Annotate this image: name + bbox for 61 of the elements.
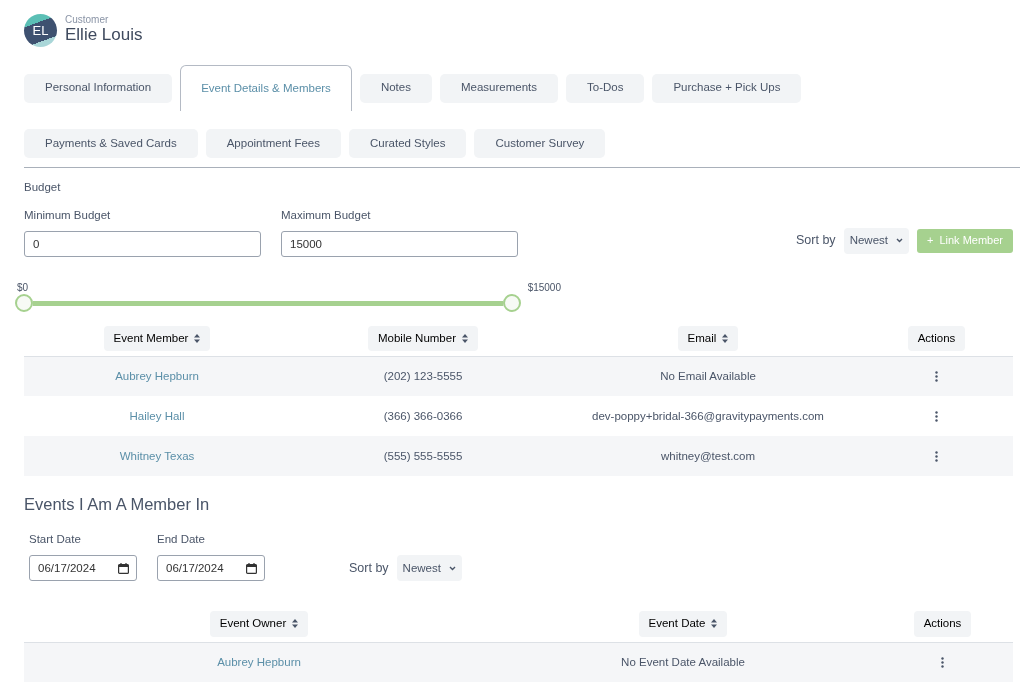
- sort-label: Sort by: [349, 559, 389, 577]
- calendar-icon[interactable]: [118, 562, 129, 574]
- sort-icon: [711, 619, 718, 629]
- customer-name: Ellie Louis: [65, 25, 143, 46]
- slider-thumb[interactable]: [15, 293, 33, 312]
- event-date-text: No Event Date Available: [621, 655, 745, 668]
- slider-max-label: $15000: [527, 280, 561, 295]
- column-header[interactable]: Actions: [913, 611, 972, 637]
- kebab-icon: [941, 657, 944, 669]
- tab[interactable]: Personal Information: [24, 73, 173, 103]
- date-field[interactable]: 06/17/2024: [29, 555, 137, 582]
- tab[interactable]: Payments & Saved Cards: [24, 129, 198, 158]
- sort-label: Sort by: [796, 232, 836, 250]
- chevron-icon: [896, 238, 903, 243]
- email-text: No Email Available: [660, 369, 756, 382]
- tab[interactable]: To-Dos: [566, 73, 645, 103]
- avatar: EL: [24, 14, 57, 47]
- tab[interactable]: Appointment Fees: [205, 129, 341, 158]
- column-header[interactable]: Event Owner: [209, 611, 309, 637]
- field-label: Start Date: [29, 532, 82, 547]
- column-header[interactable]: Event Member: [103, 325, 211, 351]
- customer-caption: Customer: [65, 15, 110, 26]
- input-field[interactable]: 15000: [281, 230, 518, 257]
- kebab-icon: [935, 371, 938, 383]
- kebab-icon: [935, 411, 938, 423]
- sort-dropdown[interactable]: Newest: [396, 555, 462, 582]
- calendar-icon[interactable]: [246, 562, 257, 574]
- slider-min-label: $0: [17, 280, 29, 295]
- column-header[interactable]: Mobile Number: [368, 325, 478, 351]
- tab[interactable]: Notes: [359, 73, 432, 103]
- tab[interactable]: Purchase + Pick Ups: [652, 73, 802, 103]
- mobile-number: (202) 123-5555: [383, 369, 463, 382]
- mobile-number: (366) 366-0366: [383, 409, 463, 422]
- field-label: End Date: [157, 532, 206, 547]
- section-label: Budget: [24, 180, 62, 195]
- sort-dropdown[interactable]: Newest: [843, 227, 909, 254]
- column-header[interactable]: Email: [677, 325, 739, 351]
- column-header[interactable]: Event Date: [638, 611, 728, 637]
- member-name-link[interactable]: Hailey Hall: [129, 409, 185, 422]
- tab[interactable]: Curated Styles: [349, 129, 467, 158]
- tab[interactable]: Customer Survey: [474, 129, 606, 158]
- email-text: whitney@test.com: [660, 449, 756, 462]
- sort-icon: [722, 333, 729, 343]
- sort-icon: [292, 619, 299, 629]
- date-field[interactable]: 06/17/2024: [157, 555, 265, 582]
- section-title: Events I Am A Member In: [24, 494, 211, 516]
- sort-icon: [194, 333, 201, 343]
- column-header[interactable]: Actions: [907, 325, 966, 351]
- mobile-number: (555) 555-5555: [383, 449, 463, 462]
- date-input[interactable]: 06/17/2024: [166, 559, 246, 577]
- tab[interactable]: Measurements: [439, 73, 558, 103]
- email-text: dev-poppy+bridal-366@gravitypayments.com: [592, 409, 824, 422]
- kebab-icon: [935, 451, 938, 463]
- sort-icon: [462, 333, 468, 343]
- input-field[interactable]: 0: [24, 230, 261, 257]
- chevron-icon: [448, 565, 456, 571]
- tab[interactable]: Event Details & Members: [180, 65, 352, 111]
- date-input[interactable]: 06/17/2024: [38, 559, 118, 577]
- field-label: Minimum Budget: [24, 208, 112, 224]
- field-label: Maximum Budget: [281, 208, 372, 224]
- slider-thumb[interactable]: [503, 293, 521, 312]
